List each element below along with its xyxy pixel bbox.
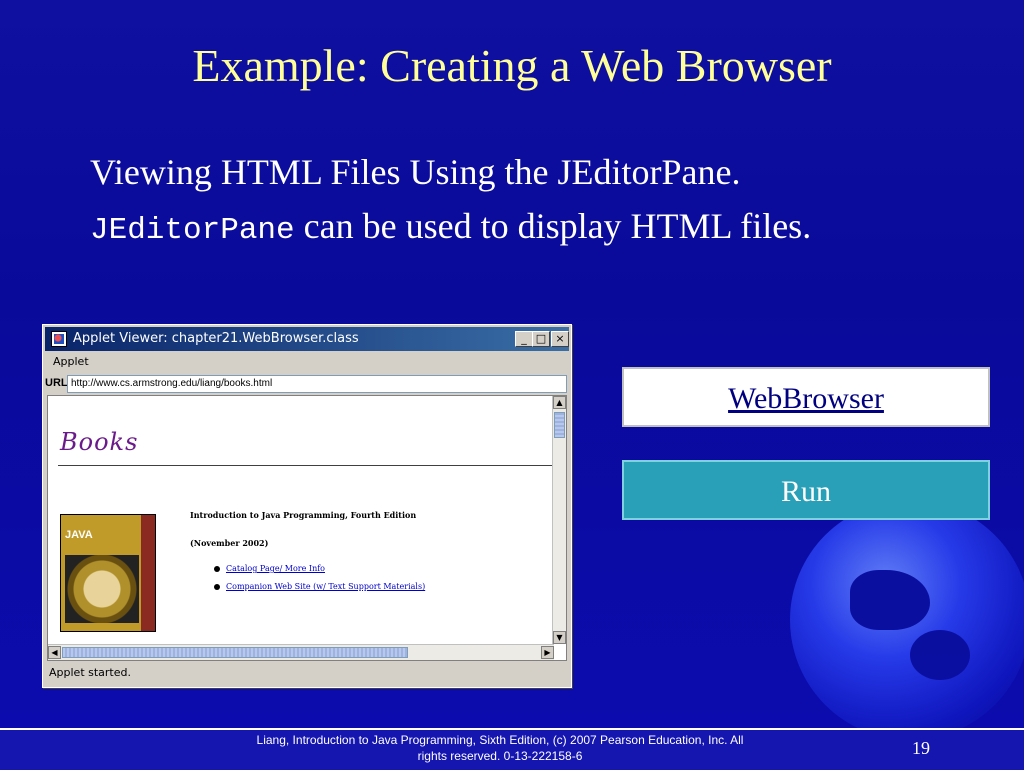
window-titlebar[interactable]: Applet Viewer: chapter21.WebBrowser.clas… (45, 327, 569, 351)
link-companion-site[interactable]: Companion Web Site (w/ Text Support Mate… (213, 582, 425, 591)
maximize-button[interactable]: □ (532, 331, 550, 347)
footer-bar: Liang, Introduction to Java Programming,… (0, 728, 1024, 770)
slide-bullet-2: JEditorPane can be used to display HTML … (90, 204, 811, 253)
run-button[interactable]: Run (622, 460, 990, 520)
globe-land (850, 570, 930, 630)
applet-viewer-window: Applet Viewer: chapter21.WebBrowser.clas… (42, 324, 572, 688)
close-button[interactable]: × (551, 331, 569, 347)
code-jeditorpane: JEditorPane (90, 213, 295, 248)
globe-decoration (790, 500, 1024, 740)
globe-land (910, 630, 970, 680)
page-number: 19 (912, 738, 930, 758)
vertical-scrollbar[interactable]: ▲ ▼ (552, 396, 566, 644)
cover-spine (141, 515, 155, 631)
scroll-down-icon[interactable]: ▼ (553, 631, 566, 644)
url-row: URL http://www.cs.armstrong.edu/liang/bo… (45, 375, 569, 395)
menu-applet[interactable]: Applet (45, 355, 89, 368)
link-catalog-page[interactable]: Catalog Page/ More Info (214, 564, 325, 573)
footer-copyright: Liang, Introduction to Java Programming,… (200, 730, 800, 764)
slide-title: Example: Creating a Web Browser (192, 40, 832, 91)
scroll-right-icon[interactable]: ▶ (541, 646, 554, 659)
java-app-icon (51, 331, 67, 347)
bullet-2-text: can be used to display HTML files. (294, 206, 812, 246)
footer-line-2: rights reserved. 0-13-222158-6 (417, 749, 583, 763)
cover-title: JAVA (65, 529, 93, 541)
book-date: (November 2002) (190, 538, 269, 548)
scroll-up-icon[interactable]: ▲ (553, 396, 566, 409)
html-content-pane: Books JAVA Introduction to Java Programm… (47, 395, 567, 661)
horizontal-rule (58, 465, 552, 466)
scroll-left-icon[interactable]: ◀ (48, 646, 61, 659)
window-title: Applet Viewer: chapter21.WebBrowser.clas… (73, 331, 359, 346)
horizontal-scrollbar[interactable]: ◀ ▶ (48, 644, 554, 660)
vertical-scroll-thumb[interactable] (554, 412, 565, 438)
footer-line-1: Liang, Introduction to Java Programming,… (256, 733, 744, 747)
books-heading: Books (60, 428, 139, 456)
webbrowser-button[interactable]: WebBrowser (622, 367, 990, 427)
menubar: Applet (45, 353, 569, 371)
book-cover-image: JAVA (60, 514, 156, 632)
url-label: URL (45, 377, 68, 389)
horizontal-scroll-thumb[interactable] (62, 647, 408, 658)
minimize-button[interactable]: _ (515, 331, 533, 347)
url-input[interactable]: http://www.cs.armstrong.edu/liang/books.… (67, 375, 567, 393)
status-bar: Applet started. (49, 666, 131, 679)
cover-art (65, 555, 139, 623)
book-title: Introduction to Java Programming, Fourth… (190, 510, 417, 520)
slide-bullet-1: Viewing HTML Files Using the JEditorPane… (90, 152, 741, 192)
